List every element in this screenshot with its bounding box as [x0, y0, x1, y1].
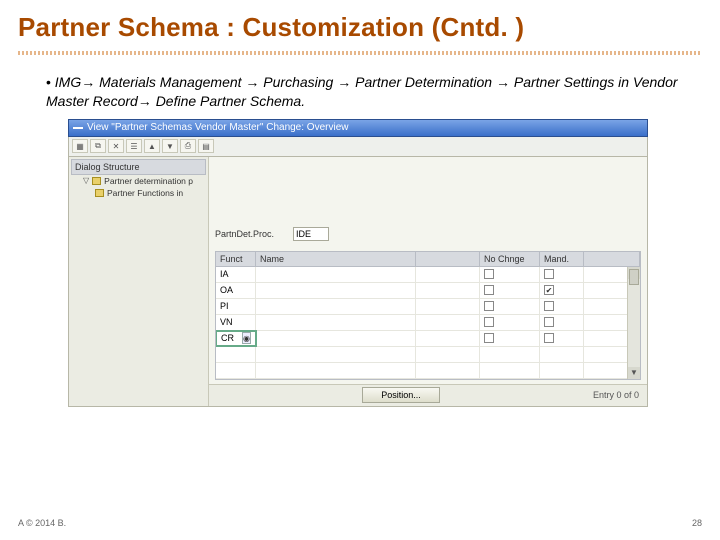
title-divider	[18, 51, 702, 55]
name-cell[interactable]	[256, 283, 416, 298]
table-row[interactable]	[216, 347, 640, 363]
sap-main-panel: PartnDet.Proc. Funct Name No Chnge Mand.	[209, 157, 647, 406]
partndet-proc-input[interactable]	[293, 227, 329, 241]
name-cell[interactable]	[256, 331, 416, 346]
toolbar-delete-icon[interactable]: ✕	[108, 139, 124, 153]
toolbar-copy-icon[interactable]: ⧉	[90, 139, 106, 153]
mand-checkbox[interactable]	[544, 333, 554, 343]
funct-input[interactable]	[220, 285, 251, 295]
grid-body: ✔	[215, 267, 641, 380]
sap-toolbar: ▦ ⧉ ✕ ☰ ▲ ▼ ⎙ ▤	[68, 137, 648, 157]
col-header-rest	[584, 252, 640, 266]
nochange-checkbox[interactable]	[484, 285, 494, 295]
name-cell[interactable]	[256, 267, 416, 282]
page-number: 28	[692, 518, 702, 528]
toolbar-down-icon[interactable]: ▼	[162, 139, 178, 153]
scroll-thumb[interactable]	[629, 269, 639, 285]
nochange-checkbox[interactable]	[484, 269, 494, 279]
folder-icon	[92, 177, 101, 185]
mand-checkbox[interactable]	[544, 317, 554, 327]
mand-checkbox[interactable]: ✔	[544, 285, 554, 295]
col-header-name[interactable]: Name	[256, 252, 416, 266]
table-row[interactable]	[216, 299, 640, 315]
sap-window-title: View "Partner Schemas Vendor Master" Cha…	[87, 122, 348, 133]
window-menu-icon	[73, 127, 83, 129]
toolbar-new-icon[interactable]: ▦	[72, 139, 88, 153]
funct-input[interactable]	[220, 317, 251, 327]
nochange-checkbox[interactable]	[484, 317, 494, 327]
dialog-structure-panel: Dialog Structure ▽ Partner determination…	[69, 157, 209, 406]
col-header-blank	[416, 252, 480, 266]
tree-item-partner-determination[interactable]: ▽ Partner determination p	[71, 175, 206, 187]
position-button[interactable]: Position...	[362, 387, 440, 403]
f4-help-icon[interactable]: ◉	[242, 332, 251, 344]
table-row[interactable]	[216, 315, 640, 331]
name-cell[interactable]	[256, 315, 416, 330]
sap-body: Dialog Structure ▽ Partner determination…	[68, 157, 648, 407]
mand-checkbox[interactable]	[544, 269, 554, 279]
tree-item-partner-functions[interactable]: Partner Functions in	[71, 187, 206, 199]
col-header-mand[interactable]: Mand.	[540, 252, 584, 266]
entry-count: Entry 0 of 0	[593, 390, 639, 400]
table-row[interactable]: ✔	[216, 283, 640, 299]
table-row[interactable]	[216, 363, 640, 379]
grid-scrollbar[interactable]: ▲ ▼	[627, 267, 640, 379]
col-header-nochange[interactable]: No Chnge	[480, 252, 540, 266]
table-row[interactable]: ◉	[216, 331, 640, 347]
funct-input[interactable]	[220, 269, 251, 279]
funct-input[interactable]	[221, 333, 240, 343]
dialog-structure-header: Dialog Structure	[71, 159, 206, 175]
toolbar-select-icon[interactable]: ☰	[126, 139, 142, 153]
toolbar-up-icon[interactable]: ▲	[144, 139, 160, 153]
col-header-funct[interactable]: Funct	[216, 252, 256, 266]
scroll-down-icon[interactable]: ▼	[628, 367, 640, 379]
folder-icon	[95, 189, 104, 197]
nav-path-bullet: IMG→ Materials Management → Purchasing →…	[46, 73, 696, 111]
grid-header: Funct Name No Chnge Mand.	[215, 251, 641, 267]
partndet-proc-label: PartnDet.Proc.	[215, 229, 287, 239]
footer-copyright: A © 2014 B.	[18, 518, 66, 528]
name-cell[interactable]	[256, 299, 416, 314]
nochange-checkbox[interactable]	[484, 301, 494, 311]
tree-item-label: Partner Functions in	[107, 188, 183, 198]
toolbar-table-icon[interactable]: ▤	[198, 139, 214, 153]
toolbar-print-icon[interactable]: ⎙	[180, 139, 196, 153]
sap-screenshot: View "Partner Schemas Vendor Master" Cha…	[68, 119, 648, 407]
sap-window-titlebar: View "Partner Schemas Vendor Master" Cha…	[68, 119, 648, 137]
slide-footer: A © 2014 B. 28	[18, 518, 702, 528]
mand-checkbox[interactable]	[544, 301, 554, 311]
position-bar: Position... Entry 0 of 0	[209, 384, 647, 406]
slide-title: Partner Schema : Customization (Cntd. )	[18, 12, 702, 43]
nochange-checkbox[interactable]	[484, 333, 494, 343]
partndet-proc-row: PartnDet.Proc.	[215, 227, 641, 241]
table-row[interactable]	[216, 267, 640, 283]
funct-input[interactable]	[220, 301, 251, 311]
tree-item-label: Partner determination p	[104, 176, 193, 186]
